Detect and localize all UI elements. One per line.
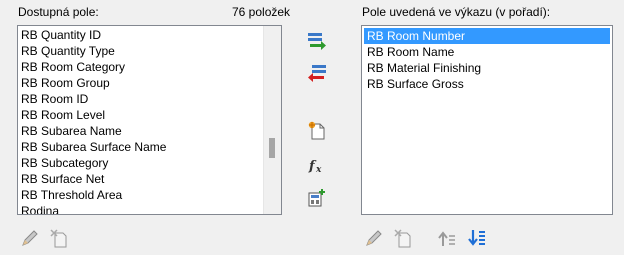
scheduled-field-item[interactable]: RB Room Name	[364, 44, 610, 60]
scrollbar-thumb[interactable]	[269, 138, 275, 158]
new-parameter-icon	[308, 121, 325, 140]
delete-parameter-icon	[50, 229, 67, 248]
available-field-item[interactable]: RB Threshold Area	[18, 187, 281, 203]
formula-button[interactable]: f x	[307, 155, 327, 175]
pencil-edit-icon	[22, 230, 38, 246]
available-count-label: 76 položek	[232, 5, 291, 19]
available-field-item[interactable]: RB Subarea Surface Name	[18, 139, 281, 155]
arrow-right-add-icon	[308, 33, 326, 50]
delete-parameter-button-right[interactable]	[393, 228, 413, 248]
edit-parameter-button-left[interactable]	[20, 228, 40, 248]
scheduled-fields-label: Pole uvedená ve výkazu (v pořadí):	[362, 5, 551, 19]
combine-parameters-icon	[308, 189, 325, 207]
scheduled-field-item[interactable]: RB Room Number	[364, 28, 610, 44]
move-up-icon	[438, 231, 455, 246]
available-field-item[interactable]: RB Room Category	[18, 59, 281, 75]
available-field-item[interactable]: RB Quantity Type	[18, 43, 281, 59]
available-list-scrollbar[interactable]	[263, 26, 281, 214]
move-down-button[interactable]	[467, 228, 487, 248]
scheduled-field-item[interactable]: RB Surface Gross	[364, 76, 610, 92]
arrow-left-remove-icon	[308, 65, 326, 82]
available-field-item[interactable]: RB Room Group	[18, 75, 281, 91]
available-fields-list[interactable]: RB Quantity ID RB Quantity Type RB Room Ca…	[17, 25, 282, 215]
available-field-item[interactable]: RB Subcategory	[18, 155, 281, 171]
move-up-button[interactable]	[437, 228, 457, 248]
available-field-item[interactable]: RB Room ID	[18, 91, 281, 107]
available-field-item[interactable]: Rodina	[18, 203, 281, 214]
remove-field-button[interactable]	[306, 62, 328, 82]
available-fields-label: Dostupná pole:	[18, 5, 99, 19]
formula-icon: f x	[308, 159, 322, 175]
scheduled-fields-list[interactable]: RB Room Number RB Room Name RB Material Fi…	[361, 25, 613, 215]
move-down-icon	[468, 230, 485, 246]
pencil-edit-icon	[366, 230, 382, 246]
combine-parameters-button[interactable]	[307, 188, 327, 208]
available-field-item[interactable]: RB Quantity ID	[18, 27, 281, 43]
add-field-button[interactable]	[306, 30, 328, 50]
available-field-item[interactable]: RB Room Level	[18, 107, 281, 123]
available-field-item[interactable]: RB Subarea Name	[18, 123, 281, 139]
edit-parameter-button-right[interactable]	[364, 228, 384, 248]
delete-parameter-icon	[394, 229, 411, 248]
available-field-item[interactable]: RB Surface Net	[18, 171, 281, 187]
new-parameter-button[interactable]	[307, 121, 327, 141]
scheduled-field-item[interactable]: RB Material Finishing	[364, 60, 610, 76]
delete-parameter-button-left[interactable]	[49, 228, 69, 248]
svg-text:x: x	[315, 165, 322, 175]
